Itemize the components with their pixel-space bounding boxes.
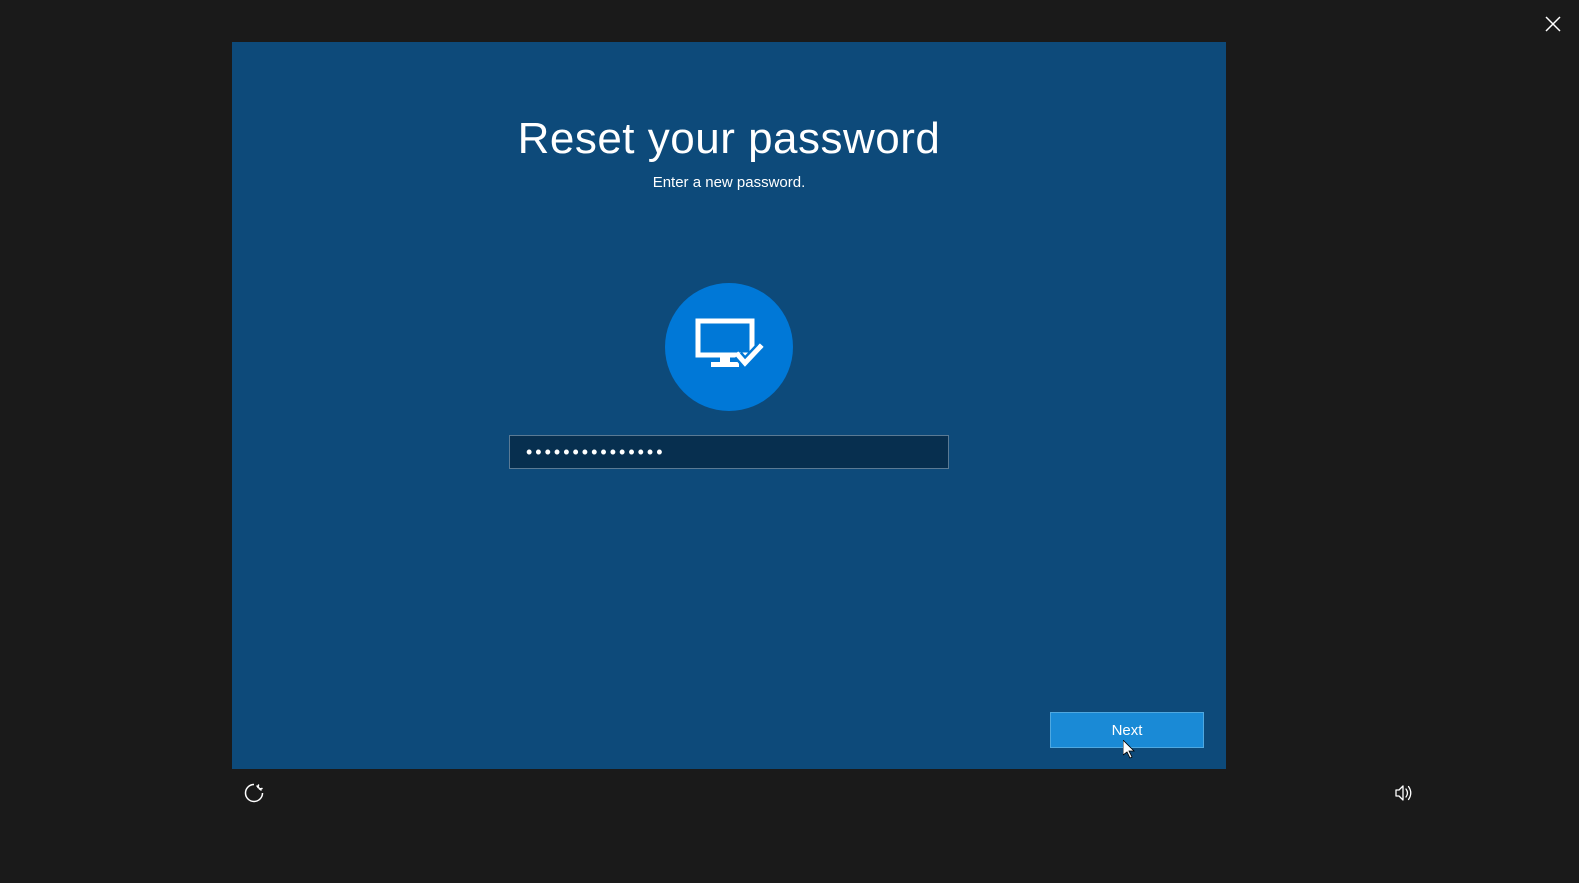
- ease-of-access-icon: [244, 783, 264, 803]
- volume-button[interactable]: [1392, 781, 1416, 805]
- ease-of-access-button[interactable]: [242, 781, 266, 805]
- next-button-label: Next: [1112, 722, 1143, 739]
- page-subtitle: Enter a new password.: [653, 174, 806, 191]
- close-icon: [1545, 16, 1561, 32]
- account-avatar: [665, 283, 793, 411]
- new-password-input[interactable]: [509, 435, 949, 469]
- close-button[interactable]: [1543, 14, 1563, 34]
- reset-password-panel: Reset your password Enter a new password…: [232, 42, 1226, 769]
- page-title: Reset your password: [518, 114, 941, 164]
- volume-icon: [1394, 783, 1414, 803]
- next-button[interactable]: Next: [1050, 712, 1204, 748]
- monitor-check-icon: [694, 315, 764, 375]
- bottom-toolbar: [0, 765, 1579, 805]
